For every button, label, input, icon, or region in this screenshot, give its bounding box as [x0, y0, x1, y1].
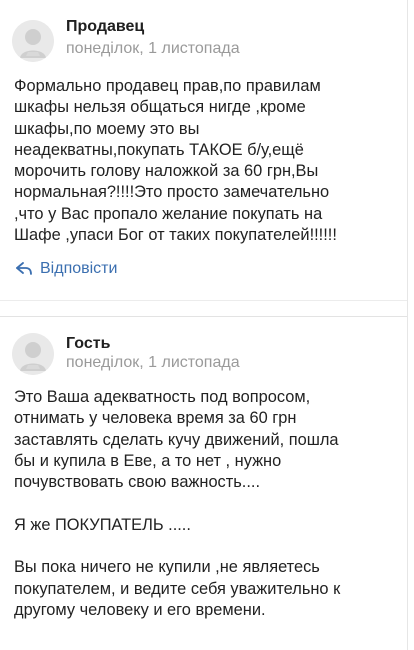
comment-card: Гость понеділок, 1 листопада Это Ваша ад…: [0, 316, 408, 650]
comment-card: Продавец понеділок, 1 листопада Формальн…: [0, 0, 408, 300]
reply-button[interactable]: Відповісти: [14, 260, 117, 278]
comment-text: Это Ваша адекватность под вопросом, отни…: [14, 388, 341, 619]
reply-arrow-icon: [14, 260, 34, 278]
comment-separator: [0, 300, 414, 317]
default-user-avatar-icon: [12, 333, 54, 375]
comment-date: понеділок, 1 листопада: [66, 354, 240, 371]
comments-page: Продавец понеділок, 1 листопада Формальн…: [0, 0, 414, 650]
scroll-edge: [407, 0, 414, 650]
default-user-avatar-icon: [12, 20, 54, 62]
comment-author: Гость: [66, 335, 111, 352]
reply-label: Відповісти: [40, 260, 118, 277]
comment-date: понеділок, 1 листопада: [66, 40, 240, 57]
comment-text: Формально продавец прав,по правилам шкаф…: [14, 77, 337, 245]
comment-author: Продавец: [66, 18, 145, 35]
